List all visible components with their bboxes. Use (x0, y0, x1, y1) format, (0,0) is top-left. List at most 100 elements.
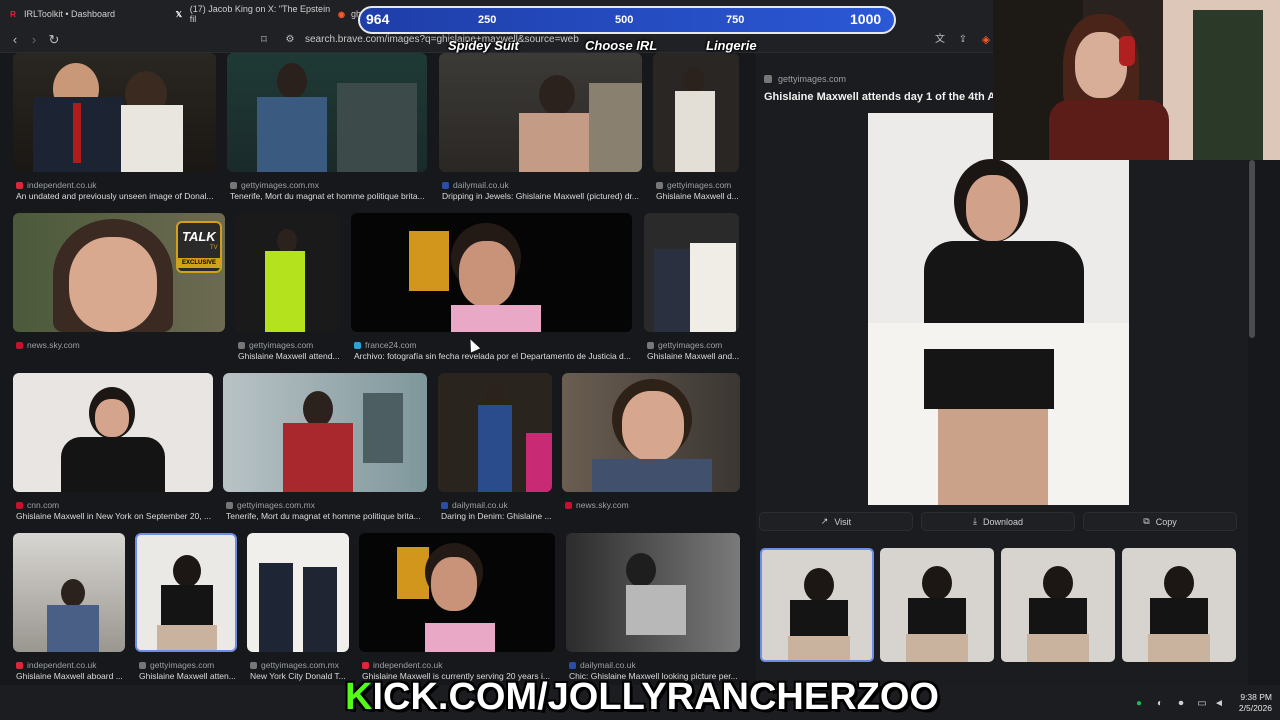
panel-scrollbar[interactable] (1249, 160, 1255, 680)
result-image[interactable] (13, 373, 213, 492)
tab-x-post[interactable]: 𝕏 (17) Jacob King on X: "The Epstein fil (166, 3, 336, 25)
site-info-icon[interactable]: ⚙ (282, 32, 298, 48)
result-caption[interactable]: Ghislaine Maxwell atten... (139, 671, 237, 681)
result-source[interactable]: independent.co.uk (362, 660, 442, 670)
detail-title[interactable]: Ghislaine Maxwell attends day 1 of the 4… (764, 91, 996, 103)
result-caption[interactable]: Ghislaine Maxwell attend... (238, 351, 342, 361)
talk-tv-badge: TALK TV EXCLUSIVE (176, 221, 222, 273)
result-source[interactable]: gettyimages.com.mx (250, 660, 339, 670)
translate-icon[interactable]: 文 (932, 32, 948, 48)
goal-reward-label: Lingerie (706, 38, 757, 53)
detail-preview-image[interactable] (868, 113, 1129, 505)
x-logo-icon: 𝕏 (175, 9, 183, 19)
site-favicon-icon (362, 661, 369, 669)
visit-button[interactable]: ↗ Visit (759, 512, 913, 531)
spotify-icon[interactable]: ● (1133, 698, 1145, 710)
copy-button[interactable]: ⧉ Copy (1083, 512, 1237, 531)
clock-time: 9:38 PM (1240, 692, 1272, 702)
result-caption[interactable]: Ghislaine Maxwell d... (656, 191, 742, 201)
clock-date: 2/5/2026 (1238, 703, 1272, 713)
result-source[interactable]: gettyimages.com (656, 180, 731, 190)
reload-icon[interactable]: ↻ (46, 32, 62, 48)
result-source[interactable]: news.sky.com (565, 500, 629, 510)
microphone-icon[interactable]: ⏺ (1175, 698, 1187, 710)
headset-icon (1119, 36, 1135, 66)
result-source[interactable]: dailymail.co.uk (441, 500, 508, 510)
result-source[interactable]: dailymail.co.uk (569, 660, 636, 670)
result-image[interactable] (566, 533, 740, 652)
site-favicon-icon (16, 661, 23, 669)
share-icon[interactable]: ⇪ (955, 32, 971, 48)
back-icon[interactable]: ‹ (7, 32, 23, 48)
goal-mark-750: 750 (726, 14, 745, 26)
result-caption[interactable]: An undated and previously unseen image o… (16, 191, 216, 201)
result-image[interactable] (351, 213, 632, 332)
external-link-icon: ↗ (820, 516, 829, 526)
result-image[interactable] (562, 373, 740, 492)
result-source[interactable]: dailymail.co.uk (442, 180, 509, 190)
result-caption[interactable]: Ghislaine Maxwell and... (647, 351, 742, 361)
result-caption[interactable]: Ghislaine Maxwell aboard ... (16, 671, 128, 681)
site-favicon-icon (441, 501, 448, 509)
address-input[interactable]: search.brave.com/images?q=ghislaine+maxw… (305, 34, 579, 45)
bookmark-icon[interactable]: ⌑ (256, 32, 272, 48)
image-results-grid: independent.co.uk An undated and previou… (0, 53, 748, 685)
related-thumbnail-selected[interactable] (760, 548, 874, 662)
result-image-selected[interactable] (135, 533, 237, 652)
goal-reward-label: Choose IRL (585, 38, 658, 53)
result-image[interactable] (359, 533, 555, 652)
site-favicon-icon (226, 501, 233, 509)
result-image[interactable] (13, 533, 125, 652)
site-favicon-icon (354, 341, 361, 349)
result-caption[interactable]: Ghislaine Maxwell in New York on Septemb… (16, 511, 214, 521)
discord-icon[interactable]: ◐ (1154, 698, 1166, 710)
related-thumbnail[interactable] (1122, 548, 1236, 662)
result-caption[interactable]: Archivo: fotografía sin fecha revelada p… (354, 351, 634, 361)
site-favicon-icon (764, 75, 772, 83)
result-caption[interactable]: New York City Donald T... (250, 671, 350, 681)
goal-reward-label: Spidey Suit (448, 38, 519, 53)
result-source[interactable]: independent.co.uk (16, 180, 96, 190)
result-image[interactable] (235, 213, 340, 332)
result-caption[interactable]: Tenerife, Mort du magnat et homme politi… (230, 191, 430, 201)
taskbar-clock[interactable]: 9:38 PM 2/5/2026 (1228, 692, 1272, 714)
tab-label: (17) Jacob King on X: "The Epstein fil (189, 4, 331, 24)
related-thumbnail[interactable] (1001, 548, 1115, 662)
result-image[interactable] (653, 53, 739, 172)
copy-icon: ⧉ (1143, 516, 1150, 526)
tab-irltoolkit[interactable]: R IRLToolkit • Dashboard (0, 3, 162, 25)
result-image[interactable] (223, 373, 427, 492)
result-caption[interactable]: Daring in Denim: Ghislaine ... (441, 511, 555, 521)
result-caption[interactable]: Dripping in Jewels: Ghislaine Maxwell (p… (442, 191, 642, 201)
tab-brave-search[interactable]: ◉ gh (330, 3, 361, 25)
result-source[interactable]: independent.co.uk (16, 660, 96, 670)
result-source[interactable]: gettyimages.com (139, 660, 214, 670)
result-source[interactable]: cnn.com (16, 500, 59, 510)
result-image[interactable] (247, 533, 349, 652)
result-source[interactable]: france24.com (354, 340, 417, 350)
result-image[interactable] (227, 53, 427, 172)
result-source[interactable]: news.sky.com (16, 340, 80, 350)
volume-icon[interactable]: ◄ (1213, 698, 1225, 710)
result-image[interactable] (644, 213, 739, 332)
webcam-overlay (993, 0, 1280, 160)
site-favicon-icon (230, 181, 237, 189)
related-thumbnail[interactable] (880, 548, 994, 662)
brave-shields-icon[interactable]: ◈ (978, 32, 994, 48)
site-favicon-icon (647, 341, 654, 349)
result-source[interactable]: gettyimages.com.mx (226, 500, 315, 510)
detail-source[interactable]: gettyimages.com (764, 74, 846, 84)
result-image[interactable]: TALK TV EXCLUSIVE (13, 213, 225, 332)
result-caption[interactable]: Tenerife, Mort du magnat et homme politi… (226, 511, 426, 521)
result-image[interactable] (438, 373, 552, 492)
result-source[interactable]: gettyimages.com (238, 340, 313, 350)
irltoolkit-icon: R (10, 9, 16, 19)
result-image[interactable] (439, 53, 642, 172)
forward-icon[interactable]: › (26, 32, 42, 48)
result-source[interactable]: gettyimages.com (647, 340, 722, 350)
result-image[interactable] (13, 53, 216, 172)
download-button[interactable]: ⤓ Download (921, 512, 1075, 531)
site-favicon-icon (16, 501, 23, 509)
result-source[interactable]: gettyimages.com.mx (230, 180, 319, 190)
network-icon[interactable]: ▭ (1196, 698, 1208, 710)
